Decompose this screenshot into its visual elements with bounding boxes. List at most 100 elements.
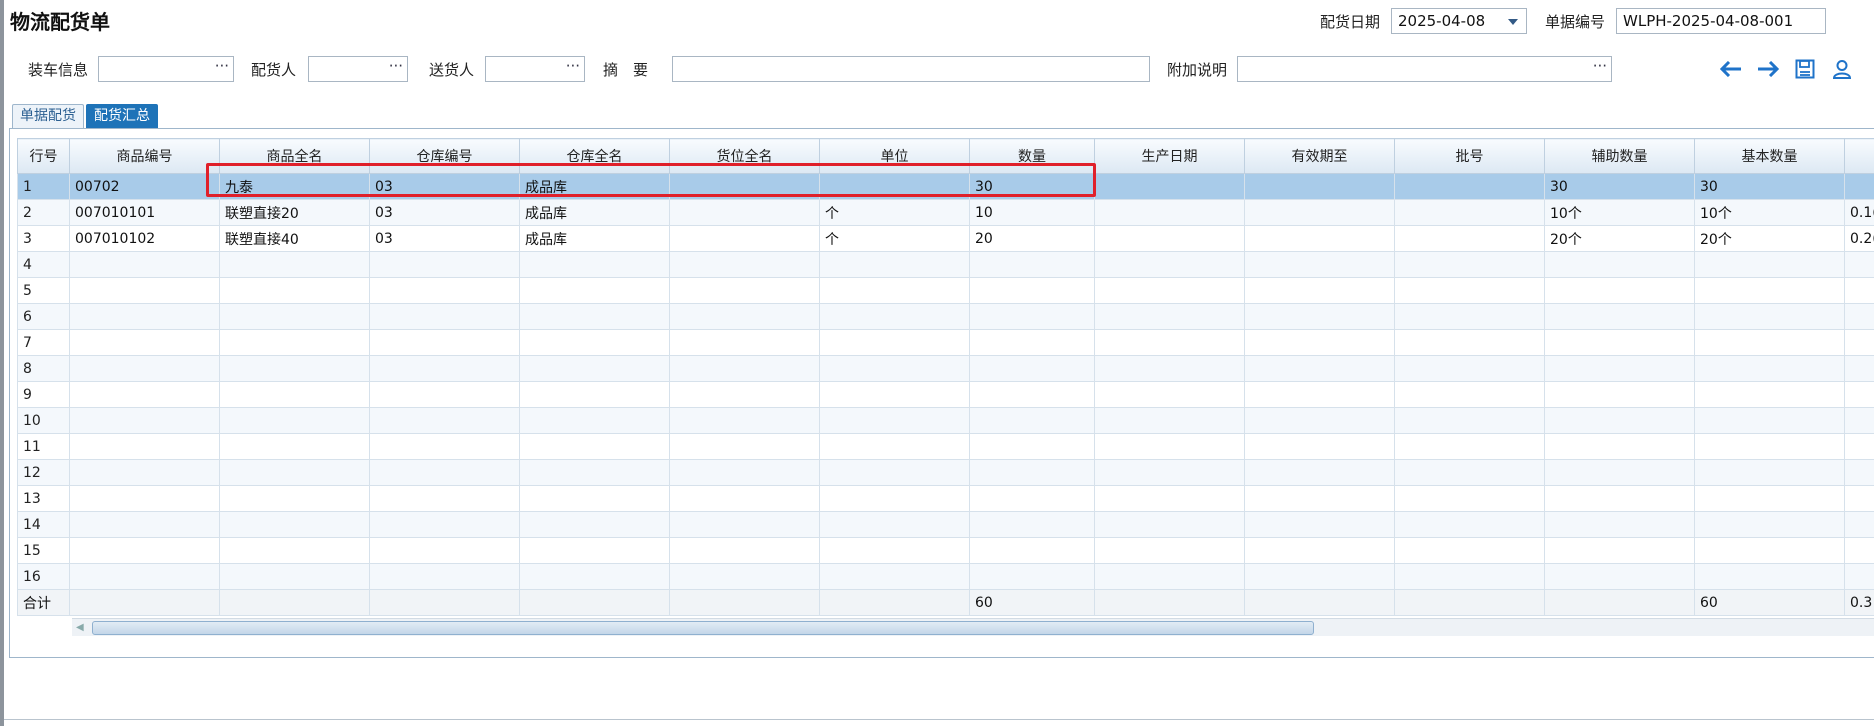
cell-quantity[interactable] [969, 537, 1095, 564]
cell-warehouse-code[interactable] [369, 407, 520, 434]
cell-production-date[interactable] [1094, 277, 1245, 304]
cell-expiry-date[interactable] [1244, 485, 1395, 512]
cell-warehouse-name[interactable] [519, 407, 670, 434]
cell-location-name[interactable] [669, 277, 820, 304]
cell-warehouse-code[interactable] [369, 277, 520, 304]
cell-product-code[interactable] [69, 563, 220, 590]
cell-aux-quantity[interactable] [1544, 485, 1695, 512]
cell-expiry-date[interactable] [1244, 511, 1395, 538]
cell-warehouse-name[interactable] [519, 355, 670, 382]
ellipsis-icon[interactable]: ··· [389, 57, 403, 75]
table-row[interactable]: 11 [17, 433, 1874, 460]
cell-row-number[interactable]: 9 [17, 381, 70, 408]
cell-extra[interactable] [1844, 303, 1874, 330]
cell-expiry-date[interactable] [1244, 381, 1395, 408]
docno-field[interactable]: WLPH-2025-04-08-001 [1616, 8, 1826, 34]
cell-extra[interactable] [1844, 355, 1874, 382]
cell-production-date[interactable] [1094, 433, 1245, 460]
cell-unit[interactable] [819, 433, 970, 460]
cell-production-date[interactable] [1094, 251, 1245, 278]
cell-aux-quantity[interactable] [1544, 355, 1695, 382]
cell-aux-quantity[interactable] [1544, 537, 1695, 564]
cell-base-quantity[interactable] [1694, 303, 1845, 330]
cell-aux-quantity[interactable]: 20个 [1544, 225, 1695, 252]
cell-location-name[interactable] [669, 485, 820, 512]
cell-row-number[interactable]: 3 [17, 225, 70, 252]
cell-extra[interactable] [1844, 381, 1874, 408]
cell-quantity[interactable] [969, 303, 1095, 330]
dispatcher-field[interactable]: ··· [308, 56, 408, 82]
cell-base-quantity[interactable]: 10个 [1694, 199, 1845, 226]
cell-product-code[interactable] [69, 303, 220, 330]
cell-unit[interactable] [819, 563, 970, 590]
table-row[interactable]: 2007010101联塑直接2003成品库个1010个10个0.1( [17, 199, 1874, 226]
chevron-down-icon[interactable] [1508, 19, 1518, 25]
table-row[interactable]: 4 [17, 251, 1874, 278]
cell-unit[interactable] [819, 407, 970, 434]
cell-quantity[interactable] [969, 277, 1095, 304]
arrow-left-icon[interactable] [1718, 56, 1744, 82]
cell-quantity[interactable] [969, 329, 1095, 356]
cell-production-date[interactable] [1094, 329, 1245, 356]
cell-product-name[interactable] [219, 537, 370, 564]
cell-base-quantity[interactable] [1694, 277, 1845, 304]
column-header-production-date[interactable]: 生产日期 [1094, 138, 1245, 174]
cell-warehouse-code[interactable] [369, 511, 520, 538]
cell-production-date[interactable] [1094, 485, 1245, 512]
cell-warehouse-code[interactable]: 03 [369, 225, 520, 252]
cell-extra[interactable] [1844, 537, 1874, 564]
summary-field[interactable] [672, 56, 1150, 82]
cell-warehouse-name[interactable] [519, 537, 670, 564]
cell-warehouse-code[interactable] [369, 381, 520, 408]
cell-product-code[interactable] [69, 407, 220, 434]
cell-extra[interactable] [1844, 329, 1874, 356]
scrollbar-thumb[interactable] [92, 621, 1314, 635]
cell-production-date[interactable] [1094, 459, 1245, 486]
cell-quantity[interactable] [969, 433, 1095, 460]
cell-aux-quantity[interactable] [1544, 459, 1695, 486]
cell-aux-quantity[interactable] [1544, 433, 1695, 460]
cell-location-name[interactable] [669, 537, 820, 564]
cell-location-name[interactable] [669, 459, 820, 486]
cell-product-name[interactable] [219, 329, 370, 356]
cell-row-number[interactable]: 7 [17, 329, 70, 356]
save-icon[interactable] [1792, 56, 1818, 82]
cell-product-name[interactable]: 联塑直接20 [219, 199, 370, 226]
cell-warehouse-name[interactable] [519, 381, 670, 408]
cell-warehouse-name[interactable] [519, 277, 670, 304]
cell-unit[interactable] [819, 537, 970, 564]
cell-batch-number[interactable] [1394, 381, 1545, 408]
cell-warehouse-code[interactable] [369, 433, 520, 460]
cell-production-date[interactable] [1094, 381, 1245, 408]
cell-unit[interactable] [819, 277, 970, 304]
cell-warehouse-name[interactable]: 成品库 [519, 225, 670, 252]
cell-product-name[interactable] [219, 303, 370, 330]
cell-unit[interactable] [819, 381, 970, 408]
cell-product-name[interactable] [219, 355, 370, 382]
cell-expiry-date[interactable] [1244, 537, 1395, 564]
cell-base-quantity[interactable] [1694, 355, 1845, 382]
scroll-left-icon[interactable]: ◀ [76, 622, 84, 633]
cell-extra[interactable] [1844, 433, 1874, 460]
cell-aux-quantity[interactable] [1544, 329, 1695, 356]
cell-warehouse-code[interactable] [369, 459, 520, 486]
cell-warehouse-name[interactable] [519, 511, 670, 538]
cell-expiry-date[interactable] [1244, 303, 1395, 330]
cell-production-date[interactable] [1094, 225, 1245, 252]
cell-expiry-date[interactable] [1244, 355, 1395, 382]
cell-quantity[interactable] [969, 251, 1095, 278]
cell-quantity[interactable] [969, 407, 1095, 434]
cell-product-code[interactable] [69, 355, 220, 382]
cell-aux-quantity[interactable] [1544, 563, 1695, 590]
cell-expiry-date[interactable] [1244, 407, 1395, 434]
cell-product-name[interactable] [219, 459, 370, 486]
table-row[interactable]: 7 [17, 329, 1874, 356]
tab-dispatch-summary[interactable]: 配货汇总 [86, 104, 158, 129]
table-row[interactable]: 14 [17, 511, 1874, 538]
cell-warehouse-code[interactable]: 03 [369, 199, 520, 226]
cell-extra[interactable] [1844, 511, 1874, 538]
cell-aux-quantity[interactable] [1544, 407, 1695, 434]
cell-unit[interactable]: 个 [819, 225, 970, 252]
note-field[interactable]: ··· [1237, 56, 1612, 82]
cell-unit[interactable] [819, 303, 970, 330]
